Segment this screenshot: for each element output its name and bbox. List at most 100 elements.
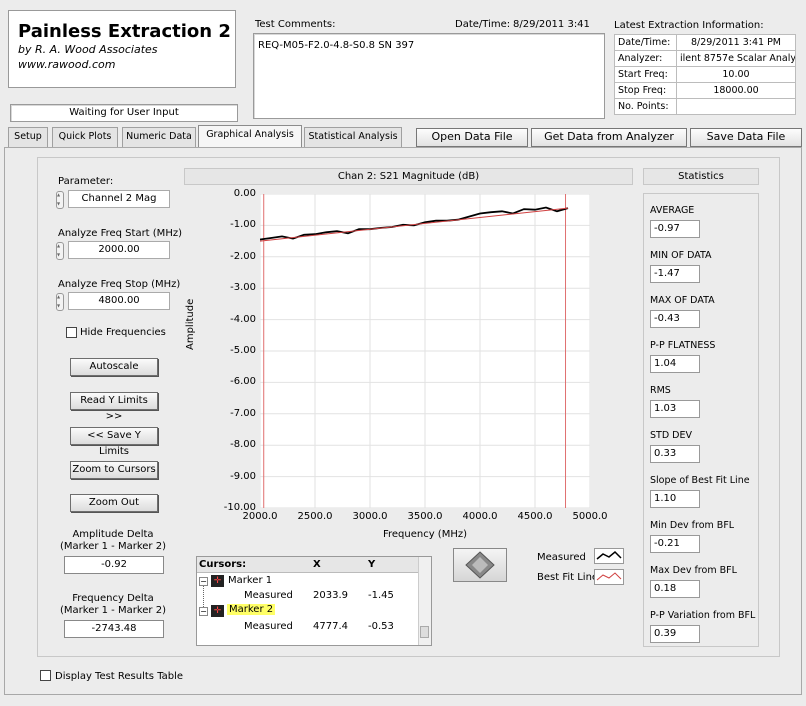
stat-label: MAX OF DATA [650, 295, 715, 306]
parameter-select[interactable]: Channel 2 Mag [68, 190, 170, 208]
legend-bfl-label: Best Fit Line [537, 572, 599, 583]
x-axis-label: Frequency (MHz) [382, 529, 468, 540]
tab-setup[interactable]: Setup [8, 127, 48, 147]
amp-delta-value: -0.92 [64, 556, 164, 574]
plot-area[interactable] [260, 194, 590, 508]
marker2-y: -0.53 [368, 621, 394, 632]
stat-label: STD DEV [650, 430, 692, 441]
stat-value: 0.39 [650, 625, 700, 643]
marker2-label[interactable]: Marker 2 [227, 604, 276, 615]
legend-bfl-swatch [594, 569, 624, 585]
freq-start-input[interactable]: 2000.00 [68, 241, 170, 259]
info-row-points: No. Points: [614, 98, 796, 115]
y-tick-label: -7.00 [230, 407, 256, 419]
marker2-icon[interactable]: ✛ [211, 605, 224, 617]
info-row-analyzer: Analyzer: ilent 8757e Scalar Analyz [614, 50, 796, 67]
tree-expander-2[interactable]: − [199, 607, 208, 616]
x-tick-label: 2000.0 [242, 511, 278, 522]
app-website: www.rawood.com [18, 58, 116, 71]
info-label: Start Freq: [614, 66, 677, 83]
x-tick-label: 4000.0 [462, 511, 498, 522]
y-tick-label: 0.00 [233, 188, 256, 199]
parameter-label: Parameter: [58, 176, 114, 187]
statistics-header: Statistics [643, 168, 759, 185]
save-data-file-button[interactable]: Save Data File [690, 128, 802, 147]
latest-info-title: Latest Extraction Information: [614, 20, 764, 31]
x-tick-label: 5000.0 [572, 511, 608, 522]
marker1-label[interactable]: Marker 1 [228, 575, 272, 586]
datetime-value: 8/29/2011 3:41 [513, 19, 590, 30]
marker1-measured: Measured [244, 590, 293, 601]
zoom-to-cursors-button[interactable]: Zoom to Cursors [70, 461, 158, 479]
marker1-x: 2033.9 [313, 590, 348, 601]
pan-control-icon[interactable] [453, 548, 507, 582]
y-tick-label: -5.00 [230, 345, 256, 356]
stat-value: 1.03 [650, 400, 700, 418]
y-axis-label: Amplitude [185, 298, 196, 350]
hide-frequencies-checkbox[interactable] [66, 327, 77, 338]
info-value: 10.00 [676, 66, 796, 83]
stat-label: Max Dev from BFL [650, 565, 737, 576]
app-title-box: Painless Extraction 2 by R. A. Wood Asso… [8, 10, 236, 88]
amp-delta-sublabel: (Marker 1 - Marker 2) [60, 541, 166, 552]
cursors-col-x: X [313, 559, 321, 570]
read-y-limits-button[interactable]: Read Y Limits >> [70, 392, 158, 422]
stat-label: AVERAGE [650, 205, 695, 216]
freq-delta-label: Frequency Delta [72, 593, 154, 604]
autoscale-button[interactable]: Autoscale [70, 358, 158, 376]
info-label: No. Points: [614, 98, 677, 115]
tab-statistical-analysis[interactable]: Statistical Analysis [304, 127, 402, 147]
freq-start-label: Analyze Freq Start (MHz) [58, 228, 182, 239]
y-tick-label: -3.00 [230, 282, 256, 294]
save-y-limits-button[interactable]: << Save Y Limits [70, 427, 158, 457]
stat-value: -0.43 [650, 310, 700, 328]
y-tick-label: -8.00 [230, 439, 256, 451]
info-label: Analyzer: [614, 50, 677, 67]
y-tick-label: -2.00 [230, 250, 256, 262]
legend-measured-swatch [594, 548, 624, 564]
y-tick-label: -4.00 [230, 313, 256, 325]
cursors-col-y: Y [368, 559, 376, 570]
info-value: ilent 8757e Scalar Analyz [676, 50, 796, 67]
get-data-analyzer-button[interactable]: Get Data from Analyzer [531, 128, 687, 147]
info-row-stop: Stop Freq: 18000.00 [614, 82, 796, 99]
info-label: Date/Time: [614, 34, 677, 51]
latest-info-table: Date/Time: 8/29/2011 3:41 PM Analyzer: ile… [614, 34, 796, 115]
app-author: by R. A. Wood Associates [18, 43, 158, 56]
pan-arrows-icon [465, 551, 495, 579]
display-table-checkbox[interactable] [40, 670, 51, 681]
zoom-out-button[interactable]: Zoom Out [70, 494, 158, 512]
stat-value: 1.04 [650, 355, 700, 373]
freq-start-spinner[interactable] [56, 242, 64, 260]
freq-delta-sublabel: (Marker 1 - Marker 2) [60, 605, 166, 616]
marker1-y: -1.45 [368, 590, 394, 601]
x-tick-label: 3000.0 [352, 511, 388, 522]
freq-stop-spinner[interactable] [56, 293, 64, 311]
x-tick-label: 2500.0 [297, 511, 333, 522]
stat-value: 0.18 [650, 580, 700, 598]
tab-numeric-data[interactable]: Numeric Data [122, 127, 196, 147]
x-tick-label: 4500.0 [517, 511, 553, 522]
freq-delta-value: -2743.48 [64, 620, 164, 638]
info-value: 18000.00 [676, 82, 796, 99]
stat-label: P-P FLATNESS [650, 340, 716, 351]
y-tick-label: -6.00 [230, 376, 256, 388]
test-comments-field[interactable]: REQ-M05-F2.0-4.8-S0.8 SN 397 [253, 33, 605, 119]
marker2-x: 4777.4 [313, 621, 348, 632]
status-box: Waiting for User Input [10, 104, 238, 122]
scroll-thumb[interactable] [420, 626, 429, 638]
info-row-datetime: Date/Time: 8/29/2011 3:41 PM [614, 34, 796, 51]
display-table-label: Display Test Results Table [55, 671, 184, 682]
tab-graphical-analysis[interactable]: Graphical Analysis [198, 125, 302, 147]
marker1-icon[interactable]: ✛ [211, 575, 224, 587]
amp-delta-label: Amplitude Delta [72, 529, 154, 540]
cursors-title: Cursors: [199, 559, 247, 570]
tree-expander-1[interactable]: − [199, 577, 208, 586]
freq-stop-input[interactable]: 4800.00 [68, 292, 170, 310]
test-comments-text: REQ-M05-F2.0-4.8-S0.8 SN 397 [258, 40, 415, 51]
open-data-file-button[interactable]: Open Data File [416, 128, 528, 147]
stat-value: 1.10 [650, 490, 700, 508]
stat-label: MIN OF DATA [650, 250, 712, 261]
tab-quick-plots[interactable]: Quick Plots [52, 127, 118, 147]
parameter-spinner[interactable] [56, 191, 64, 209]
